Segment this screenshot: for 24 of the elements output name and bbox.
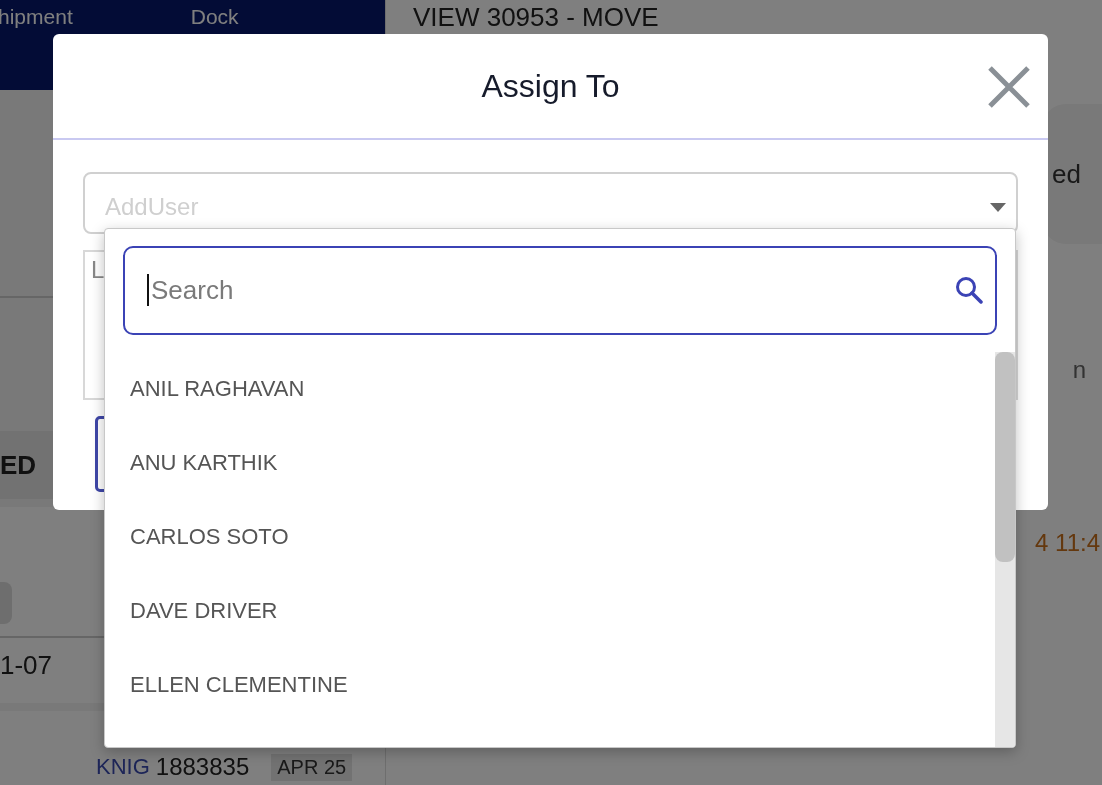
search-icon (955, 276, 983, 304)
user-option[interactable]: ANIL RAGHAVAN (105, 352, 995, 426)
caret-icon (990, 202, 1006, 212)
user-option[interactable]: CARLOS SOTO (105, 500, 995, 574)
scrollbar-thumb[interactable] (995, 352, 1015, 562)
search-field[interactable]: Search (123, 246, 997, 335)
user-option[interactable]: ELLEN CLEMENTINE (105, 648, 995, 722)
view-title: VIEW 30953 - MOVE (413, 2, 659, 32)
nav-tab[interactable]: Dock (190, 4, 239, 30)
timestamp: 4 11:4 (1035, 529, 1100, 557)
close-icon (986, 64, 1032, 110)
scrollbar-track[interactable] (995, 352, 1015, 747)
order-number: 1883835 (155, 753, 250, 781)
order-prefix: KNIG (96, 754, 150, 780)
side-label: n (1072, 356, 1086, 384)
nav-tab[interactable]: hipment (0, 4, 73, 30)
close-button[interactable] (986, 64, 1032, 110)
row-date: 1-07 (0, 649, 53, 682)
order-date: APR 25 (271, 753, 353, 781)
section-label: ED (0, 449, 37, 481)
user-option[interactable]: ANU KARTHIK (105, 426, 995, 500)
text-cursor (147, 274, 149, 306)
user-option[interactable]: DAVE DRIVER (105, 574, 995, 648)
dialog-title: Assign To (481, 67, 620, 105)
